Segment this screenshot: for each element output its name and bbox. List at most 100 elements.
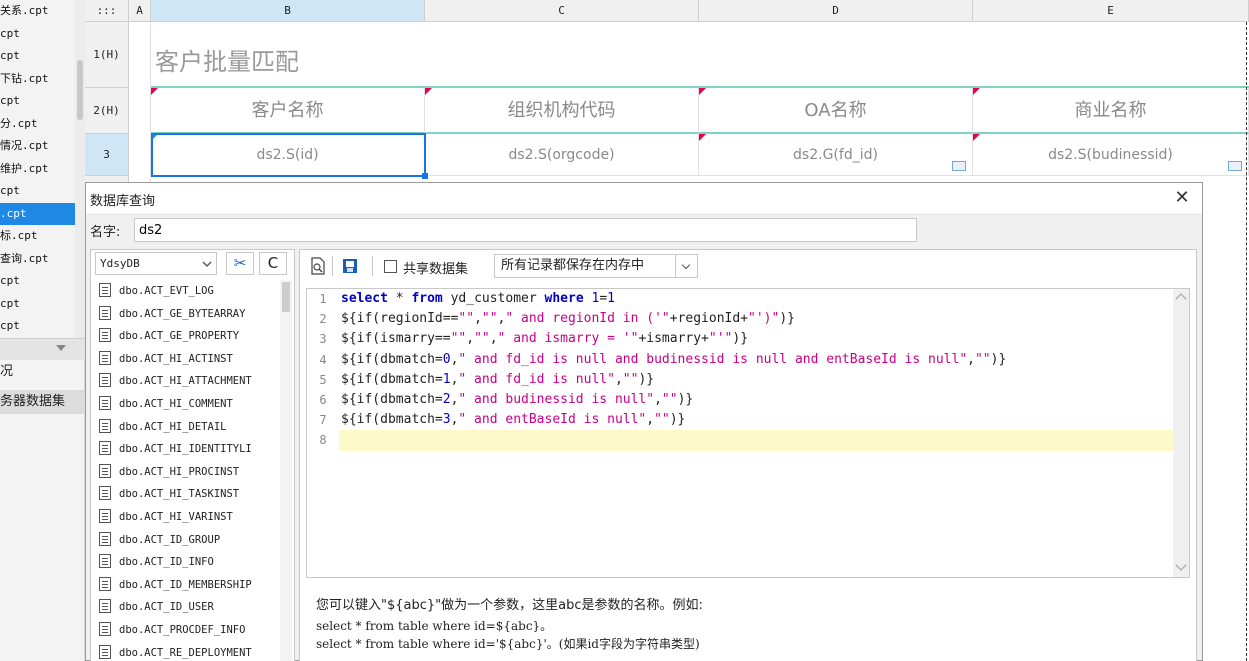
table-item[interactable]: dbo.ACT_ID_GROUP: [93, 529, 278, 552]
refresh-button[interactable]: C: [259, 252, 287, 275]
data-cell-orgcode[interactable]: ds2.S(orgcode): [425, 134, 699, 176]
header-cell-business-name[interactable]: 商业名称: [973, 88, 1249, 134]
sql-editor[interactable]: 1 2 3 4 5 6 7 8 select * from yd_customer where…: [306, 288, 1190, 578]
table-icon: [99, 621, 111, 636]
file-item[interactable]: 标.cpt: [0, 225, 75, 248]
code-line[interactable]: ${if(regionId=="",""," and regionId in (…: [339, 309, 1175, 329]
dialog-titlebar[interactable]: 数据库查询 ✕: [86, 183, 1202, 213]
file-item[interactable]: cpt: [0, 90, 75, 113]
panel-divider[interactable]: [0, 338, 85, 360]
share-dataset-label: 共享数据集: [403, 262, 469, 277]
data-cell-fd-id[interactable]: ds2.G(fd_id): [699, 134, 973, 176]
file-item[interactable]: cpt: [0, 270, 75, 293]
table-item[interactable]: dbo.ACT_HI_DETAIL: [93, 416, 278, 439]
table-item[interactable]: dbo.ACT_ID_USER: [93, 596, 278, 619]
expand-icon: [952, 161, 966, 171]
scroll-up-icon[interactable]: [1175, 293, 1187, 305]
table-item[interactable]: dbo.ACT_HI_ACTINST: [93, 348, 278, 371]
file-item[interactable]: 维护.cpt: [0, 158, 75, 181]
code-line[interactable]: ${if(dbmatch=2," and budinessid is null"…: [339, 390, 1175, 410]
file-item[interactable]: cpt: [0, 315, 75, 338]
cell-selection: [151, 133, 428, 179]
header-cell-oa-name[interactable]: OA名称: [699, 88, 973, 134]
chevron-down-icon[interactable]: [56, 345, 66, 351]
table-name: dbo.ACT_HI_IDENTITYLI: [119, 443, 252, 456]
table-item[interactable]: dbo.ACT_HI_PROCINST: [93, 461, 278, 484]
header-cell-customer-name[interactable]: 客户名称: [151, 88, 425, 134]
help-description: 您可以键入"${abc}"做为一个参数，这里abc是参数的名称。例如:: [316, 598, 703, 613]
table-item[interactable]: dbo.ACT_HI_COMMENT: [93, 393, 278, 416]
table-name: dbo.ACT_GE_PROPERTY: [119, 330, 240, 343]
table-item[interactable]: dbo.ACT_EVT_LOG: [93, 280, 278, 303]
table-item[interactable]: dbo.ACT_HI_TASKINST: [93, 483, 278, 506]
table-item[interactable]: dbo.ACT_ID_MEMBERSHIP: [93, 574, 278, 597]
table-icon: [99, 554, 111, 569]
file-item[interactable]: 情况.cpt: [0, 135, 75, 158]
scroll-thumb[interactable]: [282, 282, 290, 312]
file-item[interactable]: cpt: [0, 45, 75, 68]
file-item[interactable]: 查询.cpt: [0, 248, 75, 271]
sql-code[interactable]: select * from yd_customer where 1=1 ${if(…: [339, 289, 1175, 577]
file-item[interactable]: .cpt: [0, 202, 75, 225]
sql-panel: 共享数据集 所有记录都保存在内存中 1 2 3 4 5 6 7 8 select * from…: [299, 249, 1197, 661]
column-header-c[interactable]: C: [425, 0, 699, 22]
parameter-icon[interactable]: [340, 256, 360, 276]
share-dataset-checkbox[interactable]: [384, 260, 397, 273]
cell-text: ds2.S(budinessid): [1048, 147, 1173, 163]
scroll-down-icon[interactable]: [1175, 559, 1187, 571]
connection-tools-button[interactable]: ✂: [226, 252, 254, 275]
code-line[interactable]: [339, 430, 1175, 451]
column-a-cells[interactable]: [129, 22, 151, 186]
file-item[interactable]: cpt: [0, 293, 75, 316]
table-item[interactable]: dbo.ACT_HI_IDENTITYLI: [93, 438, 278, 461]
table-icon: [99, 463, 111, 478]
column-header-d[interactable]: D: [699, 0, 973, 22]
file-item[interactable]: 关系.cpt: [0, 0, 75, 23]
table-list-scrollbar[interactable]: [280, 280, 292, 661]
file-item[interactable]: cpt: [0, 23, 75, 46]
header-cell-org-code[interactable]: 组织机构代码: [425, 88, 699, 134]
cache-mode-select[interactable]: 所有记录都保存在内存中: [494, 254, 698, 278]
title-cell[interactable]: 客户批量匹配: [151, 22, 1249, 88]
name-field[interactable]: [134, 218, 917, 242]
column-header-e[interactable]: E: [973, 0, 1249, 22]
table-item[interactable]: dbo.ACT_HI_ATTACHMENT: [93, 370, 278, 393]
code-line[interactable]: ${if(dbmatch=1," and fd_id is null","")}: [339, 370, 1175, 390]
help-example-1: select * from table where id=${abc}。: [316, 619, 553, 633]
report-title: 客户批量匹配: [155, 48, 299, 76]
scroll-thumb[interactable]: [77, 60, 83, 120]
preview-icon[interactable]: [308, 256, 328, 276]
database-select[interactable]: YdsyDB: [95, 252, 217, 275]
code-line[interactable]: ${if(ismarry=="",""," and ismarry = '"+i…: [339, 329, 1175, 349]
table-item[interactable]: dbo.ACT_RE_DEPLOYMENT: [93, 642, 278, 661]
file-tree-panel: 关系.cpt cpt cpt 下钻.cpt cpt 分.cpt 情况.cpt 维护.cpt cp…: [0, 0, 85, 661]
file-item[interactable]: 下钻.cpt: [0, 68, 75, 91]
column-header-b[interactable]: B: [151, 0, 425, 22]
table-name: dbo.ACT_RE_DEPLOYMENT: [119, 646, 252, 659]
sql-toolbar: 共享数据集 所有记录都保存在内存中: [300, 250, 1196, 282]
file-list-scrollbar[interactable]: [75, 0, 85, 340]
tree-item-server-dataset[interactable]: 务器数据集: [0, 390, 85, 414]
row-header-3[interactable]: 3: [85, 134, 129, 176]
cache-mode-value: 所有记录都保存在内存中: [501, 258, 645, 273]
table-item[interactable]: dbo.ACT_GE_PROPERTY: [93, 325, 278, 348]
column-header-a[interactable]: A: [129, 0, 151, 22]
file-item[interactable]: 分.cpt: [0, 113, 75, 136]
fill-handle[interactable]: [422, 173, 428, 179]
code-line[interactable]: ${if(dbmatch=0," and fd_id is null and b…: [339, 350, 1175, 370]
tree-item[interactable]: 况: [0, 360, 85, 384]
row-header-2[interactable]: 2(H): [85, 88, 129, 134]
data-cell-budinessid[interactable]: ds2.S(budinessid): [973, 134, 1249, 176]
table-item[interactable]: dbo.ACT_ID_INFO: [93, 551, 278, 574]
editor-scrollbar[interactable]: [1173, 289, 1189, 577]
code-line[interactable]: ${if(dbmatch=3," and entBaseId is null",…: [339, 410, 1175, 430]
file-item[interactable]: cpt: [0, 180, 75, 203]
close-icon[interactable]: ✕: [1172, 187, 1192, 209]
code-line[interactable]: select * from yd_customer where 1=1: [339, 289, 1175, 309]
select-all-corner[interactable]: :::: [85, 0, 129, 22]
table-item[interactable]: dbo.ACT_GE_BYTEARRAY: [93, 303, 278, 326]
row-header-1[interactable]: 1(H): [85, 22, 129, 88]
table-item[interactable]: dbo.ACT_PROCDEF_INFO: [93, 619, 278, 642]
database-panel: YdsyDB ✂ C dbo.ACT_EVT_LOG dbo.ACT_GE_BYT…: [90, 249, 295, 661]
table-item[interactable]: dbo.ACT_HI_VARINST: [93, 506, 278, 529]
